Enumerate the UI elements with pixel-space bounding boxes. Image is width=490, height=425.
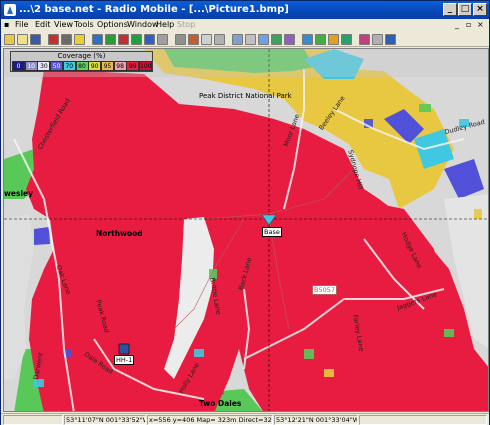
coverage-map-canvas <box>4 49 488 411</box>
app-window: ...\2 base.net - Radio Mobile - [...\Pic… <box>0 0 490 425</box>
label-northwood: Northwood <box>96 229 143 238</box>
coverage-map[interactable]: Coverage (%) 0 10 30 50 70 80 90 95 98 99 100 Peak… <box>3 48 489 412</box>
earth-icon[interactable] <box>302 34 313 45</box>
status-right-coordinate: 53°12'21"N 001°33'04"W <box>274 415 358 425</box>
globe-icon[interactable] <box>105 34 116 45</box>
label-peak-district: Peak District National Park <box>199 92 292 100</box>
menu-view[interactable]: View <box>54 20 73 29</box>
zoom-icon[interactable] <box>232 34 243 45</box>
menu-tools[interactable]: Tools <box>74 20 94 29</box>
satellite-icon[interactable] <box>328 34 339 45</box>
route-icon[interactable] <box>157 34 168 45</box>
status-left-coordinate: 53°11'07"N 001°33'52"W <box>64 415 146 425</box>
grid-icon[interactable] <box>175 34 186 45</box>
status-message-cell <box>359 415 487 425</box>
handheld-unit-icon[interactable] <box>118 343 130 355</box>
legend-swatch-98: 98 <box>113 61 127 71</box>
legend-swatch-90: 90 <box>88 61 102 71</box>
target-icon[interactable] <box>118 34 129 45</box>
picture-properties-icon[interactable] <box>359 34 370 45</box>
copy-icon[interactable] <box>201 34 212 45</box>
child-minimize-button[interactable]: _ <box>455 20 459 29</box>
menu-stop: Stop <box>177 20 196 29</box>
maximize-button[interactable]: □ <box>458 3 472 16</box>
menu-bar: ▪ File Edit View Tools Options Window He… <box>1 19 489 33</box>
status-cursor-info: x=556 y=406 Map= 323m Direct=322.72m E <box>147 415 273 425</box>
print-icon[interactable] <box>214 34 225 45</box>
radar-icon[interactable] <box>131 34 142 45</box>
legend-swatch-50: 50 <box>50 61 64 71</box>
elevation-icon[interactable] <box>188 34 199 45</box>
legend-swatch-95: 95 <box>100 61 114 71</box>
legend-title: Coverage (%) <box>57 52 106 60</box>
legend-swatch-10: 10 <box>24 61 38 71</box>
open-file-icon[interactable] <box>17 34 28 45</box>
legend-swatch-70: 70 <box>62 61 76 71</box>
legend-swatch-0: 0 <box>12 61 25 71</box>
save-icon[interactable] <box>30 34 41 45</box>
title-bar[interactable]: ...\2 base.net - Radio Mobile - [...\Pic… <box>1 1 489 19</box>
legend-swatch-30: 30 <box>37 61 51 71</box>
toolbar <box>1 33 489 47</box>
open-folder-icon[interactable] <box>4 34 15 45</box>
legend-swatch-99: 99 <box>126 61 140 71</box>
hh1-unit-tag[interactable]: HH-1 <box>114 355 135 365</box>
radio-link-icon[interactable] <box>92 34 103 45</box>
base-unit-tag[interactable]: Base <box>262 227 282 237</box>
network-properties-icon[interactable] <box>48 34 59 45</box>
legend-swatch-100: 100 <box>139 61 152 71</box>
terrain-icon[interactable] <box>341 34 352 45</box>
help-icon[interactable] <box>385 34 396 45</box>
coverage-icon[interactable] <box>144 34 155 45</box>
status-bar: 53°11'07"N 001°33'52"W x=556 y=406 Map= … <box>1 413 489 425</box>
draw-icon[interactable] <box>284 34 295 45</box>
antenna-icon[interactable] <box>74 34 85 45</box>
tools-icon[interactable] <box>61 34 72 45</box>
menu-options[interactable]: Options <box>97 20 128 29</box>
coverage-legend: Coverage (%) 0 10 30 50 70 80 90 95 98 99 100 <box>10 51 153 72</box>
menu-file[interactable]: File <box>15 20 28 29</box>
radio-mobile-app-icon[interactable] <box>4 4 16 16</box>
label-two-dales: Two Dales <box>199 399 242 408</box>
menu-help[interactable]: Help <box>156 20 174 29</box>
mdi-child-icon[interactable]: ▪ <box>4 20 9 29</box>
menu-window[interactable]: Window <box>127 20 159 29</box>
picture-icon[interactable] <box>258 34 269 45</box>
close-button[interactable]: × <box>473 3 487 16</box>
status-empty-cell <box>3 415 63 425</box>
child-close-button[interactable]: × <box>477 20 484 29</box>
gps-icon[interactable] <box>315 34 326 45</box>
map-icon[interactable] <box>271 34 282 45</box>
legend-swatch-80: 80 <box>75 61 89 71</box>
menu-edit[interactable]: Edit <box>35 20 51 29</box>
label-b5057: B5057 <box>312 285 338 295</box>
label-wesley: wesley <box>4 189 34 198</box>
child-restore-button[interactable]: ▫ <box>466 20 471 29</box>
window-title: ...\2 base.net - Radio Mobile - [...\Pic… <box>19 4 289 15</box>
merge-icon[interactable] <box>245 34 256 45</box>
stats-icon[interactable] <box>372 34 383 45</box>
minimize-button[interactable]: _ <box>443 3 457 16</box>
